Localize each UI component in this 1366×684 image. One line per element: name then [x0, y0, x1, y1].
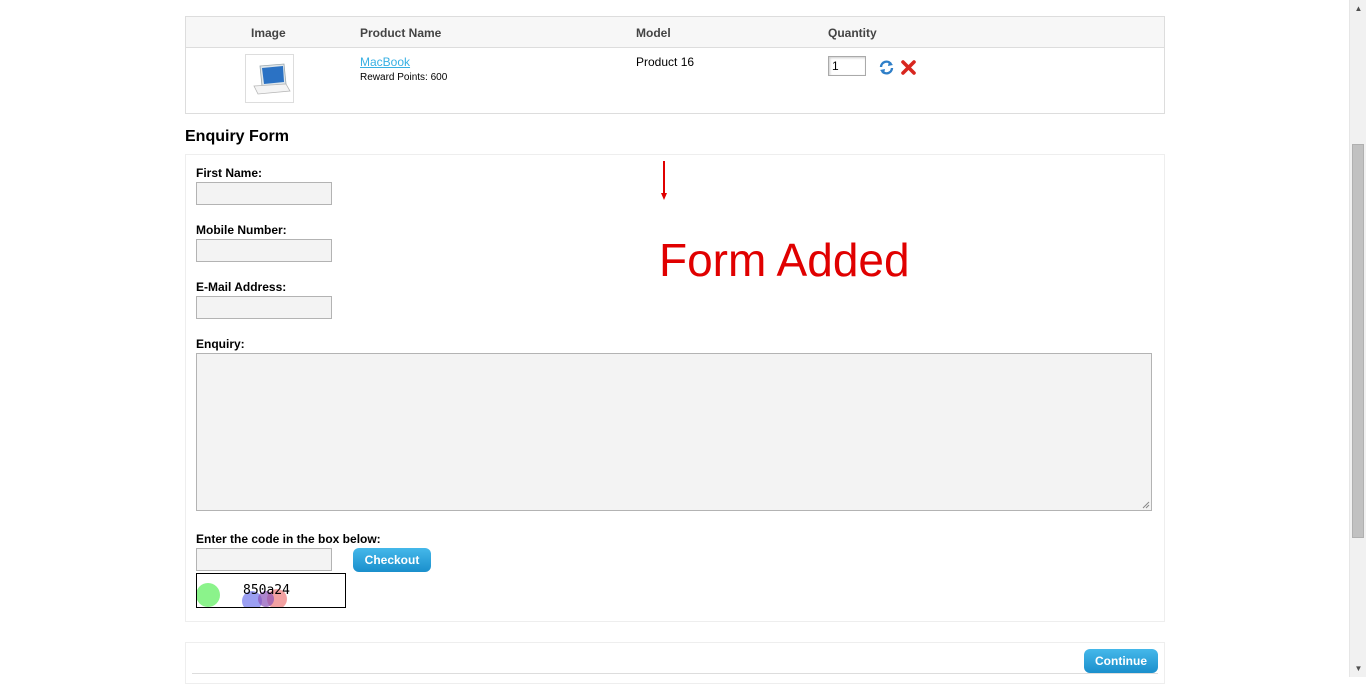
product-thumbnail[interactable]: [245, 54, 294, 103]
annotation-text: Form Added: [659, 234, 910, 286]
first-name-label: First Name:: [196, 166, 263, 180]
email-field[interactable]: [196, 296, 332, 319]
refresh-icon[interactable]: [878, 59, 895, 76]
scroll-down-icon[interactable]: ▼: [1350, 660, 1366, 677]
product-name-link[interactable]: MacBook: [360, 55, 410, 69]
header-image: Image: [251, 26, 286, 40]
scroll-up-icon[interactable]: ▲: [1350, 0, 1366, 17]
captcha-image: 850a24: [196, 573, 346, 608]
mobile-number-label: Mobile Number:: [196, 223, 287, 237]
vertical-scrollbar[interactable]: ▲ ▼: [1349, 0, 1366, 677]
header-quantity: Quantity: [828, 26, 877, 40]
enquiry-label: Enquiry:: [196, 337, 245, 351]
annotation-arrow-icon: [661, 161, 667, 200]
first-name-field[interactable]: [196, 182, 332, 205]
enquiry-form-title: Enquiry Form: [185, 128, 290, 145]
product-model: Product 16: [636, 55, 695, 69]
mobile-number-field[interactable]: [196, 239, 332, 262]
quantity-input[interactable]: [828, 56, 866, 76]
remove-icon[interactable]: [900, 59, 917, 76]
header-product-name: Product Name: [360, 26, 442, 40]
enquiry-form: First Name: Mobile Number: E-Mail Addres…: [185, 154, 1165, 622]
header-model: Model: [636, 26, 671, 40]
scroll-thumb[interactable]: [1352, 144, 1364, 538]
reward-points: Reward Points: 600: [360, 72, 448, 83]
checkout-button[interactable]: Checkout: [353, 548, 431, 572]
cart-buttons-box: Continue: [185, 642, 1165, 684]
captcha-label: Enter the code in the box below:: [196, 532, 381, 546]
continue-button[interactable]: Continue: [1084, 649, 1158, 673]
cart-table: Image Product Name Model Quantity MacBoo…: [185, 16, 1165, 114]
cart-table-header: Image Product Name Model Quantity: [186, 17, 1164, 48]
captcha-input[interactable]: [196, 548, 332, 571]
divider: [192, 673, 1158, 674]
email-label: E-Mail Address:: [196, 280, 287, 294]
resize-grip-icon[interactable]: [1142, 501, 1150, 509]
enquiry-textarea[interactable]: [196, 353, 1152, 511]
captcha-code: 850a24: [243, 583, 290, 598]
